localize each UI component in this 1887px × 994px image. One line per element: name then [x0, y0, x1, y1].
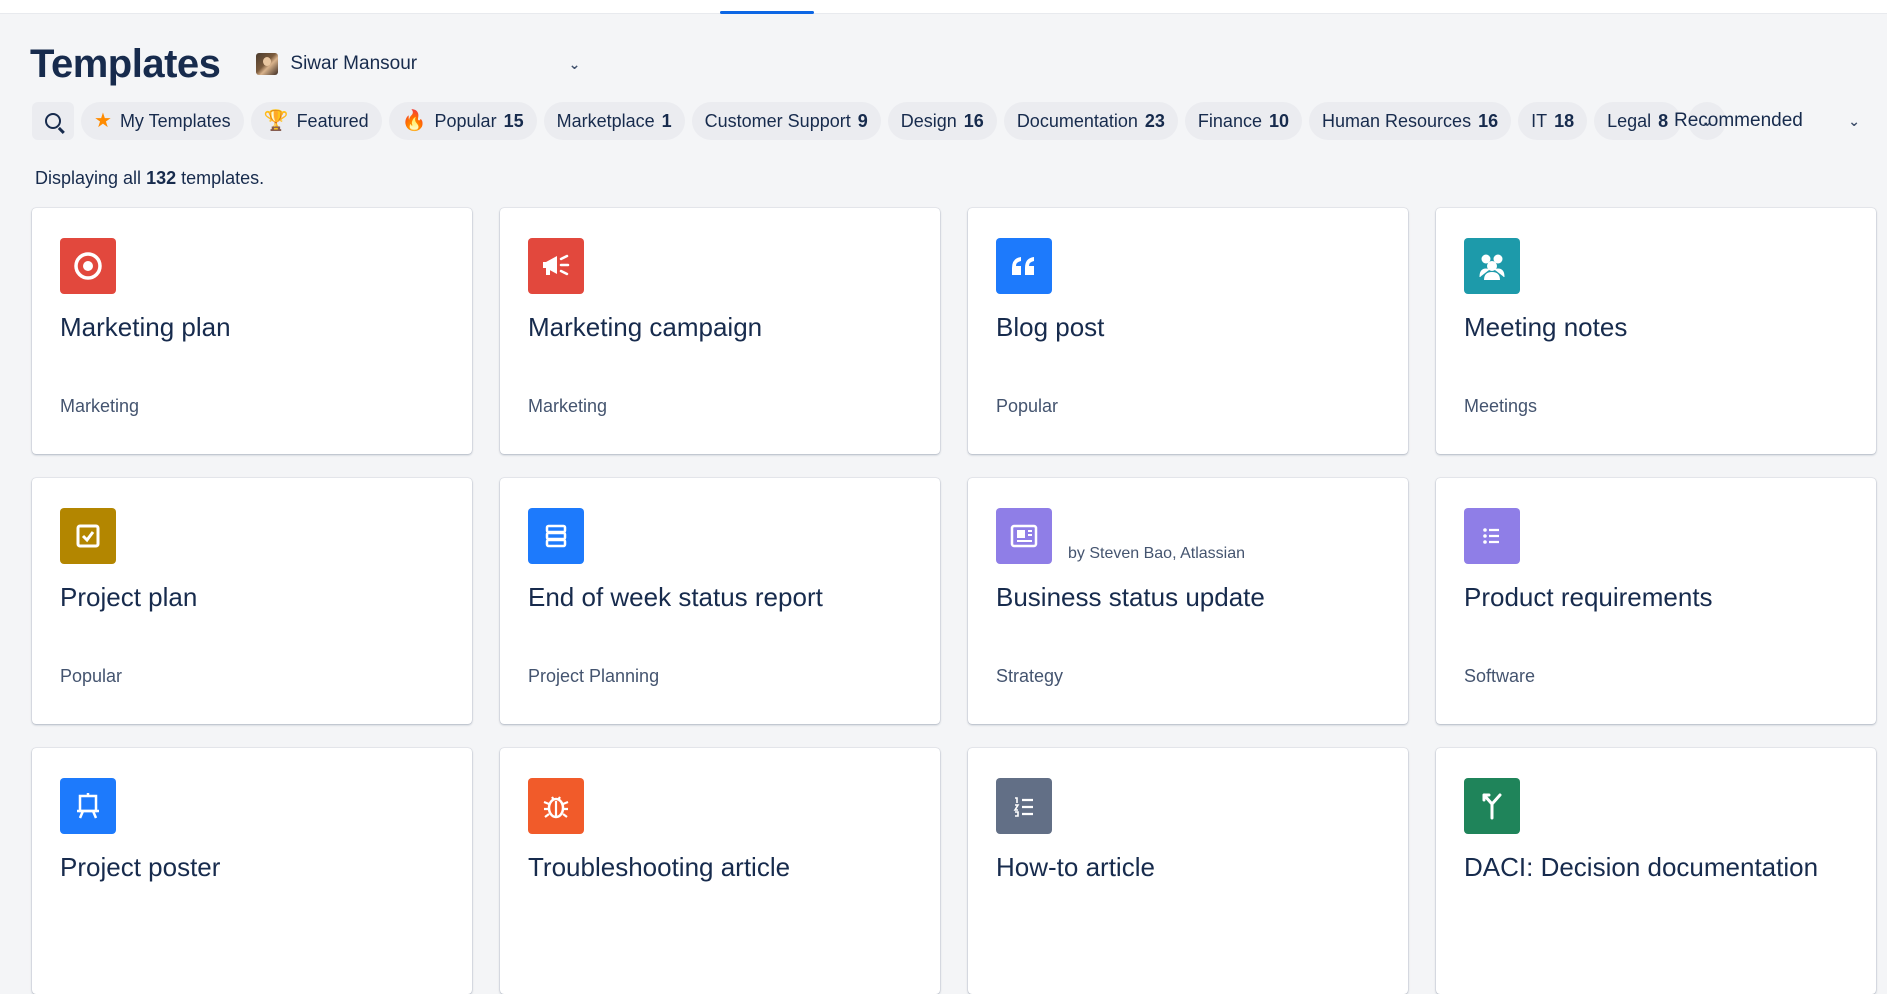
- template-author: by Steven Bao, Atlassian: [1068, 545, 1245, 562]
- easel-icon: [60, 778, 116, 834]
- avatar: [256, 53, 279, 75]
- space-picker[interactable]: Siwar Mansour ⌄: [248, 44, 588, 84]
- template-category: Marketing: [60, 396, 140, 416]
- template-name: Troubleshooting article: [528, 852, 791, 882]
- active-tab-indicator: [720, 11, 814, 14]
- fork-icon: [1464, 778, 1520, 834]
- category-filter-bar: ★ My Templates 🏆 Featured 🔥 Popular 15 M…: [32, 101, 1727, 141]
- template-card-product-requirements[interactable]: Product requirements Software: [1436, 478, 1876, 724]
- filter-label: Customer Support: [704, 110, 851, 131]
- filter-label: Legal: [1607, 110, 1652, 131]
- template-name: Project poster: [60, 852, 221, 882]
- template-name: End of week status report: [528, 582, 823, 612]
- template-card-marketing-plan[interactable]: Marketing plan Marketing: [32, 208, 472, 454]
- summary-prefix: Displaying all: [35, 168, 142, 188]
- template-category: Software: [1464, 666, 1536, 686]
- template-name: Meeting notes: [1464, 312, 1628, 342]
- template-name: Business status update: [996, 582, 1265, 612]
- page-title: Templates: [30, 41, 221, 86]
- template-name: Blog post: [996, 312, 1105, 342]
- sort-label: Recommended: [1674, 110, 1803, 131]
- quote-icon: [996, 238, 1052, 294]
- template-name: Marketing campaign: [528, 312, 763, 342]
- filter-count: 9: [857, 110, 868, 131]
- template-category: Meetings: [1464, 396, 1538, 416]
- filter-count: 1: [661, 110, 672, 131]
- template-name: Product requirements: [1464, 582, 1713, 612]
- filter-count: 23: [1144, 110, 1165, 131]
- megaphone-icon: [528, 238, 584, 294]
- template-category: Strategy: [996, 666, 1064, 686]
- filter-count: 10: [1268, 110, 1289, 131]
- filter-popular[interactable]: 🔥 Popular 15: [388, 102, 537, 140]
- space-picker-label: Siwar Mansour: [290, 53, 418, 74]
- template-name: DACI: Decision documentation: [1464, 852, 1819, 882]
- people-icon: [1464, 238, 1520, 294]
- checkbox-icon: [60, 508, 116, 564]
- template-name: Project plan: [60, 582, 198, 612]
- trophy-icon: 🏆: [263, 110, 289, 132]
- template-card-business-status-update[interactable]: by Steven Bao, Atlassian Business status…: [968, 478, 1408, 724]
- filter-customer-support[interactable]: Customer Support 9: [691, 102, 881, 140]
- template-card-meeting-notes[interactable]: Meeting notes Meetings: [1436, 208, 1876, 454]
- template-category: Marketing: [528, 396, 608, 416]
- list-icon: [1464, 508, 1520, 564]
- filter-featured[interactable]: 🏆 Featured: [250, 102, 382, 140]
- top-navigation-bar: [0, 0, 1887, 14]
- template-card-blog-post[interactable]: Blog post Popular: [968, 208, 1408, 454]
- filter-count: 15: [503, 110, 524, 131]
- page-header: Templates Siwar Mansour ⌄: [30, 36, 588, 92]
- filter-documentation[interactable]: Documentation 23: [1003, 102, 1178, 140]
- sort-dropdown[interactable]: Recommended ⌄: [1654, 101, 1880, 141]
- chevron-down-icon: ⌄: [568, 55, 581, 72]
- filter-design[interactable]: Design 16: [887, 102, 997, 140]
- fire-icon: 🔥: [401, 110, 427, 132]
- template-card-how-to-article[interactable]: How-to article: [968, 748, 1408, 994]
- filter-count: 16: [1478, 110, 1499, 131]
- filter-label: IT: [1531, 110, 1548, 131]
- template-card-marketing-campaign[interactable]: Marketing campaign Marketing: [500, 208, 940, 454]
- filter-label: Human Resources: [1322, 110, 1472, 131]
- search-icon: [45, 113, 61, 129]
- filter-label: My Templates: [119, 110, 231, 131]
- template-grid: Marketing plan Marketing Marketing campa…: [32, 208, 1887, 994]
- filter-marketplace[interactable]: Marketplace 1: [543, 102, 685, 140]
- template-name: How-to article: [996, 852, 1155, 882]
- template-category: Popular: [60, 666, 123, 686]
- bug-icon: [528, 778, 584, 834]
- target-icon: [60, 238, 116, 294]
- filter-label: Documentation: [1016, 110, 1138, 131]
- newspaper-icon: [996, 508, 1052, 564]
- template-card-daci-decision-documentation[interactable]: DACI: Decision documentation: [1436, 748, 1876, 994]
- template-card-end-of-week-status-report[interactable]: End of week status report Project Planni…: [500, 478, 940, 724]
- template-card-project-poster[interactable]: Project poster: [32, 748, 472, 994]
- template-card-project-plan[interactable]: Project plan Popular: [32, 478, 472, 724]
- filter-human-resources[interactable]: Human Resources 16: [1309, 102, 1512, 140]
- filter-count: 18: [1554, 110, 1575, 131]
- template-name: Marketing plan: [60, 312, 231, 342]
- filter-label: Design: [900, 110, 957, 131]
- summary-count: 132: [146, 168, 177, 188]
- star-icon: ★: [94, 110, 112, 132]
- numbered-list-icon: [996, 778, 1052, 834]
- filter-label: Popular: [434, 110, 497, 131]
- filter-it[interactable]: IT 18: [1518, 102, 1588, 140]
- filter-finance[interactable]: Finance 10: [1184, 102, 1302, 140]
- template-card-troubleshooting-article[interactable]: Troubleshooting article: [500, 748, 940, 994]
- filter-count: 16: [963, 110, 984, 131]
- chevron-down-icon: ⌄: [1848, 112, 1860, 129]
- filter-label: Featured: [296, 110, 369, 131]
- stack-icon: [528, 508, 584, 564]
- template-category: Popular: [996, 396, 1059, 416]
- filter-my-templates[interactable]: ★ My Templates: [81, 102, 244, 140]
- filter-label: Marketplace: [556, 110, 655, 131]
- filter-label: Finance: [1197, 110, 1262, 131]
- search-button[interactable]: [32, 102, 74, 140]
- summary-suffix: templates.: [181, 168, 265, 188]
- results-summary: Displaying all 132 templates.: [35, 168, 264, 189]
- template-category: Project Planning: [528, 666, 660, 686]
